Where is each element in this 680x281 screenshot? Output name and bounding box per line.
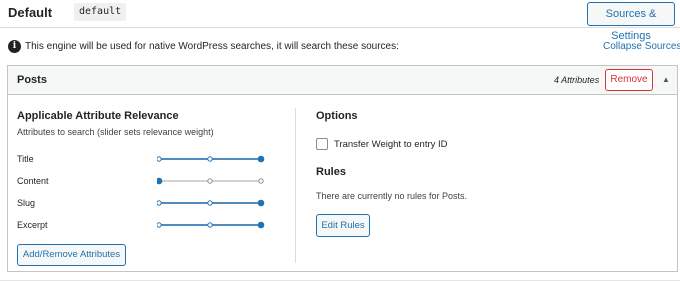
transfer-weight-checkbox[interactable] xyxy=(316,138,328,150)
slider-stop xyxy=(207,222,213,228)
slider-handle[interactable] xyxy=(257,199,265,207)
slider-stop xyxy=(157,222,162,228)
options-rules-section: Options Transfer Weight to entry ID Rule… xyxy=(316,108,656,268)
relevance-slider-title[interactable] xyxy=(157,153,267,165)
slider-track[interactable] xyxy=(157,175,267,187)
relevance-subtitle: Attributes to search (slider sets releva… xyxy=(17,127,214,137)
attribute-row-content: Content xyxy=(17,175,277,189)
slider-handle[interactable] xyxy=(257,221,265,229)
options-title: Options xyxy=(316,110,358,122)
slider-track[interactable] xyxy=(157,197,267,209)
edit-rules-button[interactable]: Edit Rules xyxy=(316,214,370,237)
slider-stop xyxy=(207,200,213,206)
column-divider xyxy=(295,108,296,263)
slider-handle[interactable] xyxy=(157,177,163,185)
attribute-relevance-section: Applicable Attribute Relevance Attribute… xyxy=(17,108,287,268)
transfer-weight-label[interactable]: Transfer Weight to entry ID xyxy=(334,139,448,150)
sources-settings-button[interactable]: Sources & Settings xyxy=(587,2,675,42)
attribute-row-excerpt: Excerpt xyxy=(17,219,277,233)
relevance-slider-excerpt[interactable] xyxy=(157,219,267,231)
slider-stop xyxy=(157,200,162,206)
slider-stop xyxy=(157,156,162,162)
relevance-slider-slug[interactable] xyxy=(157,197,267,209)
attribute-row-slug: Slug xyxy=(17,197,277,211)
rules-empty-text: There are currently no rules for Posts. xyxy=(316,191,468,201)
rules-title: Rules xyxy=(316,166,346,178)
slider-stop xyxy=(207,156,213,162)
notice-text: This engine will be used for native Word… xyxy=(25,41,399,52)
collapse-sources-link[interactable]: Collapse Sources xyxy=(603,40,680,53)
engine-header: Default default Sources & Settings xyxy=(0,0,680,42)
slider-track[interactable] xyxy=(157,219,267,231)
source-panel-header: Posts 4 Attributes Remove ▲ xyxy=(8,66,677,95)
info-icon: i xyxy=(8,40,21,53)
slider-stop xyxy=(207,178,213,184)
attribute-count: 4 Attributes xyxy=(554,75,600,85)
add-remove-attributes-button[interactable]: Add/Remove Attributes xyxy=(17,244,126,266)
relevance-slider-content[interactable] xyxy=(157,175,267,187)
relevance-title: Applicable Attribute Relevance xyxy=(17,110,179,122)
slider-stop xyxy=(258,178,264,184)
remove-source-button[interactable]: Remove xyxy=(605,69,653,91)
attribute-label: Title xyxy=(17,154,34,164)
slider-track[interactable] xyxy=(157,153,267,165)
attribute-label: Excerpt xyxy=(17,220,48,230)
collapse-toggle-icon[interactable]: ▲ xyxy=(662,75,670,84)
engine-title: Default xyxy=(8,5,53,20)
attribute-row-title: Title xyxy=(17,153,277,167)
slider-handle[interactable] xyxy=(257,155,265,163)
attribute-label: Slug xyxy=(17,198,36,208)
source-title: Posts xyxy=(17,74,47,86)
source-panel-posts: Posts 4 Attributes Remove ▲ Applicable A… xyxy=(7,65,678,272)
engine-slug-code: default xyxy=(74,3,127,21)
attribute-label: Content xyxy=(17,176,49,186)
